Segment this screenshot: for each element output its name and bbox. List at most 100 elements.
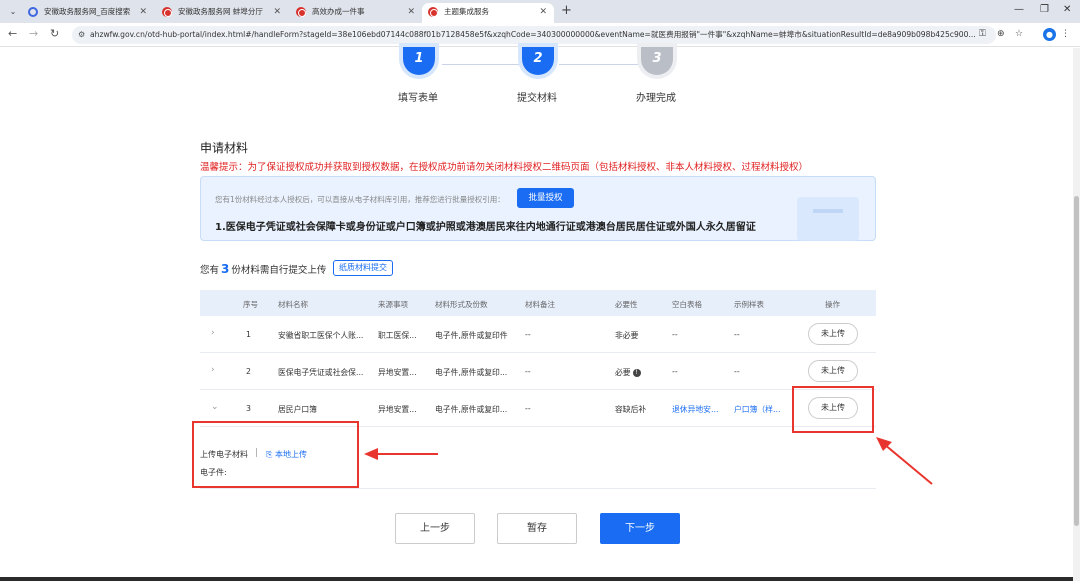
bookmark-star-icon[interactable]: ☆ — [1015, 29, 1023, 39]
row-sample: -- — [734, 330, 740, 339]
row-necessity: 容缺后补 — [615, 405, 647, 414]
browser-tab-bengbu[interactable]: 安徽政务服务网 蚌埠分厅 ✕ — [156, 3, 288, 23]
step-connector — [559, 64, 638, 65]
authorizable-document: 1.医保电子凭证或社会保障卡或身份证或户口簿或护照或港澳居民来往内地通行证或港澳… — [215, 222, 756, 233]
blank-form-link[interactable]: 退休异地安... — [672, 404, 718, 415]
restore-icon[interactable]: ❐ — [1040, 4, 1049, 15]
prev-step-button[interactable]: 上一步 — [395, 513, 475, 544]
expand-chevron-icon[interactable]: › — [211, 365, 215, 375]
forward-icon[interactable]: → — [29, 27, 38, 40]
batch-authorize-button[interactable]: 批量授权 — [517, 188, 574, 208]
annotation-box-upload — [192, 421, 359, 488]
authorization-info-box: 您有1份材料经过本人授权后，可以直接从电子材料库引用，推荐您进行批量授权引用： … — [200, 176, 876, 241]
row-name: 医保电子凭证或社会保... — [278, 368, 364, 377]
browser-tab-active[interactable]: 主题集成服务 ✕ — [422, 3, 554, 24]
col-header-source: 来源事项 — [378, 300, 408, 309]
row-form: 电子件,原件或复印... — [435, 405, 508, 414]
col-header-necessity: 必要性 — [615, 300, 638, 309]
row-form: 电子件,原件或复印... — [435, 368, 508, 377]
tab-close-icon[interactable]: ✕ — [407, 3, 415, 21]
row-blank: -- — [672, 367, 678, 376]
col-header-sample: 示例样表 — [734, 300, 764, 309]
row-no: 1 — [246, 330, 251, 339]
url-field[interactable]: ⚙ ahzwfw.gov.cn/otd-hub-portal/index.htm… — [72, 26, 996, 44]
warning-text: 温馨提示：为了保证授权成功并获取到授权数据，在授权成功前请勿关闭材料授权二维码页… — [200, 162, 809, 173]
tab-title: 高效办成一件事 — [312, 7, 365, 16]
row-necessity: 非必要 — [615, 331, 639, 340]
sample-form-link[interactable]: 户口簿（样... — [734, 404, 780, 415]
tab-search-icon[interactable]: ⌄ — [6, 5, 20, 18]
address-bar: ← → ↻ ⚙ ahzwfw.gov.cn/otd-hub-portal/ind… — [0, 23, 1080, 47]
taskbar-edge — [0, 577, 1073, 581]
tab-close-icon[interactable]: ✕ — [539, 3, 547, 21]
row-blank: -- — [672, 330, 678, 339]
table-row: › 1 安徽省职工医保个人账... 职工医保... 电子件,原件或复印件 -- … — [200, 316, 876, 353]
row-no: 3 — [246, 404, 251, 413]
tab-close-icon[interactable]: ✕ — [273, 3, 281, 21]
info-icon[interactable]: ! — [632, 369, 641, 377]
password-key-icon[interactable]: ⚿ — [979, 29, 986, 39]
url-text: ahzwfw.gov.cn/otd-hub-portal/index.html#… — [90, 30, 976, 39]
step-3-label: 办理完成 — [636, 93, 676, 104]
row-no: 2 — [246, 367, 251, 376]
browser-tab-yijianshi[interactable]: 高效办成一件事 ✕ — [290, 3, 422, 23]
col-header-form: 材料形式及份数 — [435, 300, 488, 309]
arrow-left-head — [364, 448, 378, 460]
step-connector — [442, 64, 519, 65]
step-3-circle: 3 — [641, 47, 673, 75]
row-source: 职工医保... — [378, 331, 417, 340]
step-1-circle: 1 — [403, 47, 435, 75]
step-1-label: 填写表单 — [398, 93, 438, 104]
tab-title: 主题集成服务 — [444, 7, 489, 16]
row-name: 安徽省职工医保个人账... — [278, 331, 364, 340]
new-tab-button[interactable]: + — [561, 3, 572, 18]
upload-status-button[interactable]: 未上传 — [808, 323, 858, 345]
annotation-box-button — [792, 386, 874, 433]
zoom-icon[interactable]: ⊕ — [997, 29, 1005, 39]
gov-favicon-icon — [428, 7, 438, 17]
expand-chevron-icon[interactable]: › — [211, 328, 215, 338]
col-header-name: 材料名称 — [278, 300, 308, 309]
scrollbar-thumb[interactable] — [1074, 196, 1079, 526]
col-header-no: 序号 — [243, 300, 258, 309]
menu-icon[interactable]: ⋮ — [1061, 29, 1070, 39]
back-icon[interactable]: ← — [8, 27, 17, 40]
row-source: 异地安置... — [378, 405, 417, 414]
row-note: -- — [525, 367, 531, 376]
reload-icon[interactable]: ↻ — [50, 27, 59, 40]
close-window-icon[interactable]: ✕ — [1063, 4, 1071, 15]
row-source: 异地安置... — [378, 368, 417, 377]
step-2-label: 提交材料 — [517, 93, 557, 104]
row-sample: -- — [734, 367, 740, 376]
tab-title: 安徽政务服务网 蚌埠分厅 — [178, 7, 263, 16]
site-info-icon[interactable]: ⚙ — [78, 26, 85, 44]
col-header-note: 材料备注 — [525, 300, 555, 309]
save-draft-button[interactable]: 暂存 — [497, 513, 577, 544]
row-note: -- — [525, 404, 531, 413]
annotation-arrows — [364, 437, 933, 485]
necessity-text: 必要 — [615, 368, 631, 377]
material-count: 您有 3 份材料需自行提交上传 — [200, 262, 326, 276]
minimize-icon[interactable]: — — [1014, 4, 1024, 15]
col-header-action: 操作 — [825, 300, 840, 309]
baidu-favicon-icon — [28, 7, 38, 17]
upload-status-button[interactable]: 未上传 — [808, 360, 858, 382]
step-2-circle: 2 — [522, 47, 554, 75]
profile-avatar-icon[interactable]: ● — [1043, 28, 1056, 41]
table-header: 序号 材料名称 来源事项 材料形式及份数 材料备注 必要性 空白表格 示例样表 … — [200, 290, 876, 316]
collapse-chevron-icon[interactable]: ⌄ — [211, 402, 219, 412]
browser-tab-baidu[interactable]: 安徽政务服务网_百度搜索 ✕ — [22, 3, 154, 23]
count-number: 3 — [221, 262, 230, 276]
tab-close-icon[interactable]: ✕ — [139, 3, 147, 21]
authorization-hint: 您有1份材料经过本人授权后，可以直接从电子材料库引用，推荐您进行批量授权引用： — [215, 195, 505, 204]
next-step-button[interactable]: 下一步 — [600, 513, 680, 544]
table-row: › 2 医保电子凭证或社会保... 异地安置... 电子件,原件或复印... -… — [200, 353, 876, 390]
card-illustration-stripe — [813, 209, 843, 213]
row-form: 电子件,原件或复印件 — [435, 331, 508, 340]
paper-material-button[interactable]: 纸质材料提交 — [333, 260, 393, 276]
row-necessity: 必要! — [615, 367, 641, 378]
browser-tab-bar: ⌄ 安徽政务服务网_百度搜索 ✕ 安徽政务服务网 蚌埠分厅 ✕ 高效办成一件事 … — [0, 0, 1080, 24]
row-name: 居民户口簿 — [278, 405, 317, 414]
gov-favicon-icon — [162, 7, 172, 17]
arrow-up-shaft — [883, 443, 933, 485]
